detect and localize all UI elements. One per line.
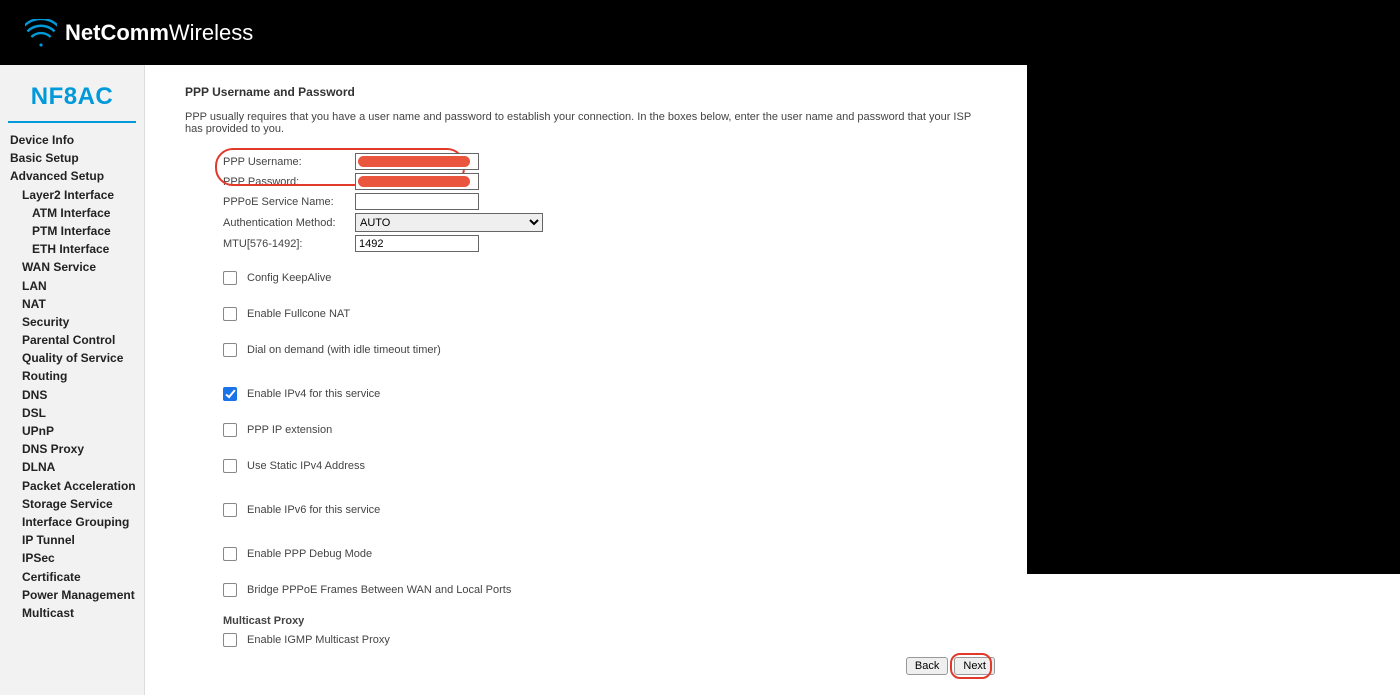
nav-basic-setup[interactable]: Basic Setup	[0, 149, 144, 167]
enable-fullcone-nat-label: Enable Fullcone NAT	[247, 308, 350, 320]
nav-upnp[interactable]: UPnP	[0, 422, 144, 440]
brand-name: NetCommWireless	[65, 20, 253, 46]
nav-storage-service[interactable]: Storage Service	[0, 495, 144, 513]
enable-ipv6-label: Enable IPv6 for this service	[247, 504, 380, 516]
use-static-ipv4-label: Use Static IPv4 Address	[247, 460, 365, 472]
config-keepalive-checkbox[interactable]	[223, 271, 237, 285]
nav-dns-proxy[interactable]: DNS Proxy	[0, 440, 144, 458]
auth-method-label: Authentication Method:	[223, 217, 355, 229]
navigation: Device Info Basic Setup Advanced Setup L…	[0, 131, 144, 622]
ppp-ip-extension-checkbox[interactable]	[223, 423, 237, 437]
mtu-label: MTU[576-1492]:	[223, 238, 355, 250]
config-keepalive-label: Config KeepAlive	[247, 272, 331, 284]
nav-eth-interface[interactable]: ETH Interface	[0, 240, 144, 258]
nav-multicast[interactable]: Multicast	[0, 604, 144, 622]
nav-dlna[interactable]: DLNA	[0, 458, 144, 476]
nav-dns[interactable]: DNS	[0, 386, 144, 404]
nav-security[interactable]: Security	[0, 313, 144, 331]
nav-qos[interactable]: Quality of Service	[0, 349, 144, 367]
dial-on-demand-checkbox[interactable]	[223, 343, 237, 357]
nav-layer2-interface[interactable]: Layer2 Interface	[0, 186, 144, 204]
nav-nat[interactable]: NAT	[0, 295, 144, 313]
nav-ip-tunnel[interactable]: IP Tunnel	[0, 531, 144, 549]
enable-fullcone-nat-checkbox[interactable]	[223, 307, 237, 321]
page-description: PPP usually requires that you have a use…	[185, 111, 985, 135]
nav-ipsec[interactable]: IPSec	[0, 549, 144, 567]
nav-device-info[interactable]: Device Info	[0, 131, 144, 149]
ppp-password-label: PPP Password:	[223, 176, 355, 188]
nav-packet-acceleration[interactable]: Packet Acceleration	[0, 477, 144, 495]
nav-certificate[interactable]: Certificate	[0, 568, 144, 586]
ppp-ip-extension-label: PPP IP extension	[247, 424, 332, 436]
wifi-arc-icon	[25, 19, 57, 47]
bridge-pppoe-label: Bridge PPPoE Frames Between WAN and Loca…	[247, 584, 511, 596]
pppoe-service-name-input[interactable]	[355, 193, 479, 210]
right-black-margin	[1027, 0, 1400, 574]
nav-advanced-setup[interactable]: Advanced Setup	[0, 167, 144, 185]
enable-igmp-multicast-checkbox[interactable]	[223, 633, 237, 647]
enable-ppp-debug-checkbox[interactable]	[223, 547, 237, 561]
ppp-username-label: PPP Username:	[223, 156, 355, 168]
multicast-proxy-title: Multicast Proxy	[223, 615, 985, 627]
next-button[interactable]: Next	[954, 657, 995, 675]
nav-ptm-interface[interactable]: PTM Interface	[0, 222, 144, 240]
pppoe-service-name-label: PPPoE Service Name:	[223, 196, 355, 208]
nav-parental-control[interactable]: Parental Control	[0, 331, 144, 349]
nav-interface-grouping[interactable]: Interface Grouping	[0, 513, 144, 531]
product-model: NF8AC	[0, 69, 144, 121]
main-content: PPP Username and Password PPP usually re…	[145, 65, 1025, 695]
nav-routing[interactable]: Routing	[0, 367, 144, 385]
enable-ipv4-checkbox[interactable]	[223, 387, 237, 401]
redaction-bar	[358, 176, 470, 187]
mtu-input[interactable]	[355, 235, 479, 252]
nav-wan-service[interactable]: WAN Service	[0, 258, 144, 276]
brand-logo: NetCommWireless	[25, 19, 253, 47]
enable-ppp-debug-label: Enable PPP Debug Mode	[247, 548, 372, 560]
nav-lan[interactable]: LAN	[0, 277, 144, 295]
enable-ipv4-label: Enable IPv4 for this service	[247, 388, 380, 400]
page-title: PPP Username and Password	[185, 85, 985, 99]
product-underline	[8, 121, 136, 123]
bridge-pppoe-checkbox[interactable]	[223, 583, 237, 597]
nav-dsl[interactable]: DSL	[0, 404, 144, 422]
nav-power-management[interactable]: Power Management	[0, 586, 144, 604]
dial-on-demand-label: Dial on demand (with idle timeout timer)	[247, 344, 441, 356]
nav-atm-interface[interactable]: ATM Interface	[0, 204, 144, 222]
enable-ipv6-checkbox[interactable]	[223, 503, 237, 517]
enable-igmp-multicast-label: Enable IGMP Multicast Proxy	[247, 634, 390, 646]
use-static-ipv4-checkbox[interactable]	[223, 459, 237, 473]
back-button[interactable]: Back	[906, 657, 948, 675]
redaction-bar	[358, 156, 470, 167]
sidebar: NF8AC Device Info Basic Setup Advanced S…	[0, 65, 145, 695]
auth-method-select[interactable]: AUTO	[355, 213, 543, 232]
